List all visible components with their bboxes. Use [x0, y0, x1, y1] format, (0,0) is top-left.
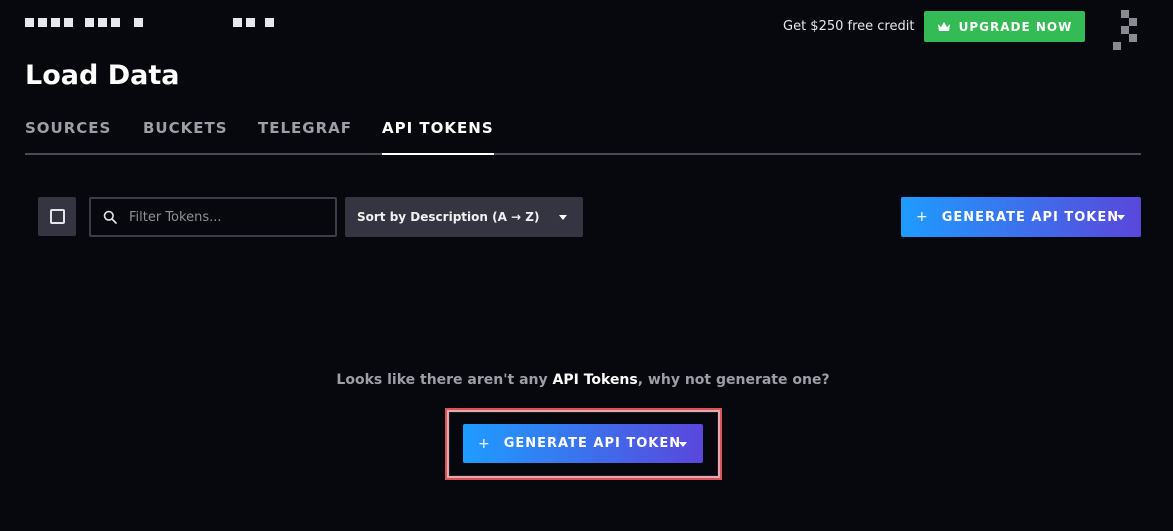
generate-api-token-button[interactable]: + GENERATE API TOKEN [901, 197, 1141, 237]
user-avatar[interactable] [1112, 6, 1144, 50]
caret-down-icon [1117, 215, 1125, 220]
plus-icon: + [478, 435, 491, 452]
generate-api-token-label: GENERATE API TOKEN [941, 209, 1120, 225]
empty-state-message: Looks like there aren't any API Tokens, … [0, 372, 1166, 388]
empty-state-generate-api-token-button[interactable]: + GENERATE API TOKEN [463, 424, 703, 463]
tab-sources[interactable]: SOURCES [25, 108, 111, 155]
crown-icon [937, 22, 950, 31]
tab-telegraf[interactable]: TELEGRAF [258, 108, 352, 155]
sort-dropdown-label: Sort by Description (A → Z) [357, 210, 540, 224]
caret-down-icon [559, 215, 567, 220]
upgrade-now-button[interactable]: UPGRADE NOW [924, 11, 1085, 42]
tab-api-tokens[interactable]: API TOKENS [382, 108, 494, 155]
checkbox-square [50, 209, 65, 224]
search-icon [103, 210, 117, 224]
select-all-checkbox[interactable] [38, 197, 76, 236]
empty-state-generate-label: GENERATE API TOKEN [503, 436, 682, 451]
tab-bar: SOURCES BUCKETS TELEGRAF API TOKENS [25, 108, 1141, 155]
plus-icon: + [916, 209, 929, 225]
filter-tokens-input[interactable] [129, 209, 319, 225]
tab-buckets[interactable]: BUCKETS [143, 108, 228, 155]
empty-state-text-before: Looks like there aren't any [336, 372, 553, 388]
empty-state-text-after: , why not generate one? [637, 372, 830, 388]
free-credit-text: Get $250 free credit [783, 19, 915, 34]
empty-state-text-strong: API Tokens [552, 372, 638, 388]
sort-dropdown[interactable]: Sort by Description (A → Z) [345, 197, 583, 237]
filter-tokens-search[interactable] [89, 197, 337, 237]
upgrade-now-label: UPGRADE NOW [958, 19, 1073, 34]
caret-down-icon [679, 442, 687, 447]
page-title: Load Data [25, 60, 180, 91]
